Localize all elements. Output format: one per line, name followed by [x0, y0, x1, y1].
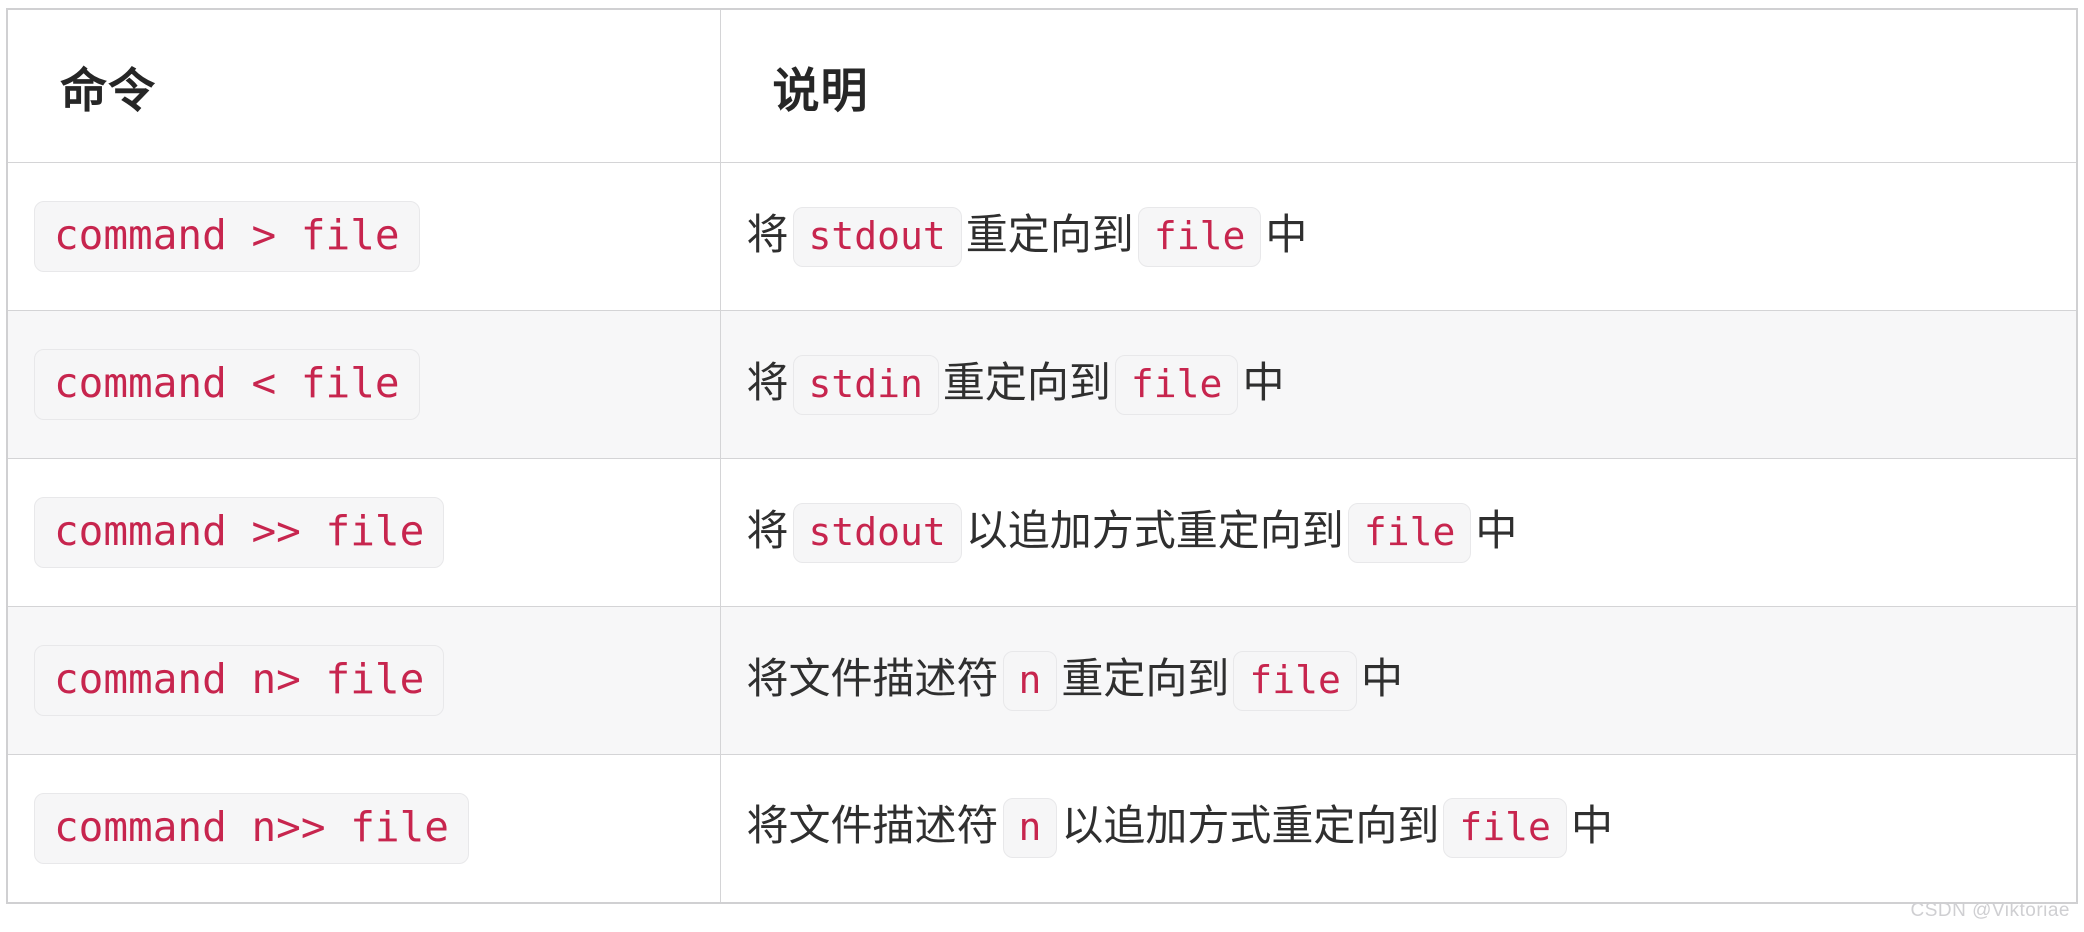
redirection-table: 命令 说明 command > file 将 stdout 重定向到 file 中 comm… [6, 8, 2078, 904]
command-code-chip: command > file [34, 201, 420, 272]
description-code-chip: stdin [792, 354, 939, 415]
description-code-chip: file [1233, 650, 1357, 711]
command-cell: command > file [6, 162, 721, 311]
description-text: 将 [746, 506, 789, 554]
description-cell: 将文件描述符 n 以追加方式重定向到 file 中 [719, 754, 2078, 903]
command-cell: command >> file [6, 458, 721, 607]
command-code-chip: command n>> file [34, 792, 469, 864]
command-cell: command n>> file [6, 754, 721, 903]
command-cell: command n> file [6, 606, 721, 755]
command-code-chip: command >> file [34, 497, 445, 568]
description-cell: 将 stdout 重定向到 file 中 [719, 162, 2078, 311]
description-cell: 将文件描述符 n 重定向到 file 中 [719, 606, 2078, 755]
description-code-chip: n [1002, 650, 1058, 711]
description-code-chip: stdout [792, 206, 962, 267]
description-code-chip: n [1002, 798, 1058, 859]
description-text: 重定向到 [1061, 654, 1230, 702]
description-text: 重定向到 [965, 210, 1134, 258]
description-code-chip: stdout [792, 502, 962, 563]
description-text: 将文件描述符 [746, 654, 999, 702]
description-text: 以追加方式重定向到 [965, 506, 1344, 554]
description-text: 中 [1265, 210, 1308, 258]
description-text: 将 [746, 210, 789, 258]
table-row: command n> file 将文件描述符 n 重定向到 file 中 [6, 606, 2078, 755]
column-header-description: 说明 [719, 8, 2078, 163]
description-cell: 将 stdin 重定向到 file 中 [719, 310, 2078, 459]
description-code-chip: file [1347, 502, 1472, 563]
table-row: command n>> file 将文件描述符 n 以追加方式重定向到 file 中 [6, 754, 2078, 903]
description-cell: 将 stdout 以追加方式重定向到 file 中 [719, 458, 2078, 607]
table-row: command < file 将 stdin 重定向到 file 中 [6, 310, 2078, 459]
command-code-chip: command n> file [34, 645, 445, 716]
description-text: 中 [1570, 802, 1613, 850]
description-text: 将 [746, 358, 789, 406]
command-cell: command < file [6, 310, 721, 459]
redirection-table-container: 命令 说明 command > file 将 stdout 重定向到 file 中 comm… [6, 8, 2078, 916]
description-text: 以追加方式重定向到 [1061, 802, 1440, 850]
watermark: CSDN @Viktoriae [1910, 900, 2070, 921]
description-text: 中 [1242, 358, 1285, 406]
table-row: command >> file 将 stdout 以追加方式重定向到 file 中 [6, 458, 2078, 607]
column-header-command: 命令 [6, 8, 721, 163]
description-code-chip: file [1114, 354, 1239, 415]
description-code-chip: file [1137, 206, 1262, 267]
description-text: 中 [1475, 506, 1518, 554]
table-header-row: 命令 说明 [6, 8, 2078, 163]
table-header: 命令 说明 [6, 8, 2078, 163]
description-text: 重定向到 [942, 358, 1111, 406]
table-body: command > file 将 stdout 重定向到 file 中 command < … [6, 162, 2078, 903]
description-text: 将文件描述符 [746, 802, 999, 850]
description-text: 中 [1360, 654, 1403, 702]
command-code-chip: command < file [34, 349, 420, 420]
table-row: command > file 将 stdout 重定向到 file 中 [6, 162, 2078, 311]
description-code-chip: file [1443, 798, 1567, 859]
